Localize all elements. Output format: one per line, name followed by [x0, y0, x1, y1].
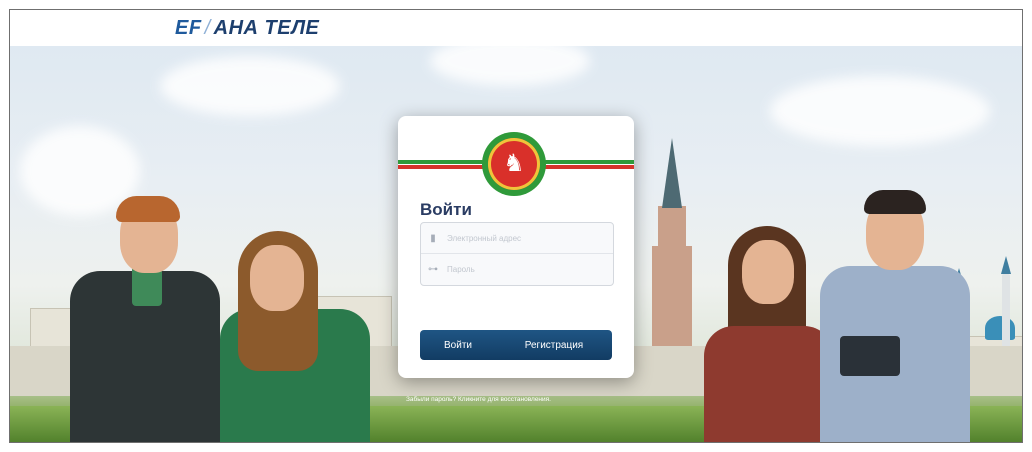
- tatarstan-emblem-icon: ♞: [482, 132, 546, 196]
- key-icon: ⊶: [428, 263, 438, 275]
- login-title: Войти: [420, 200, 472, 219]
- snow-leopard-icon: ♞: [503, 149, 525, 177]
- person-left-woman: [210, 231, 370, 442]
- brand-separator: /: [204, 17, 211, 39]
- brand-logo[interactable]: EF / АНА ТЕЛЕ: [175, 17, 319, 40]
- password-field[interactable]: [445, 263, 613, 275]
- email-field[interactable]: [445, 232, 613, 244]
- hair: [116, 196, 180, 222]
- brand-prefix: EF: [175, 17, 202, 39]
- password-field-row: ⊶: [421, 254, 613, 284]
- mosque-dome: [985, 316, 1015, 340]
- email-field-row: ▮: [421, 223, 613, 254]
- login-button[interactable]: Войти: [420, 330, 496, 360]
- emblem-center: ♞: [488, 138, 540, 190]
- cloud: [770, 76, 990, 146]
- cloud: [430, 46, 590, 86]
- person-right-man: [820, 186, 970, 442]
- login-card: ♞ Войти ▮ ⊶ Войти Регистрация: [398, 116, 634, 378]
- register-button[interactable]: Регистрация: [496, 330, 612, 360]
- cloud: [160, 56, 340, 116]
- brand-name: АНА ТЕЛЕ: [213, 17, 320, 39]
- forgot-password-link[interactable]: Забыли пароль? Кликните для восстановлен…: [406, 396, 636, 403]
- head: [742, 240, 794, 304]
- minaret: [1002, 274, 1010, 354]
- top-bar: EF / АНА ТЕЛЕ: [10, 10, 1022, 46]
- minaret-cap: [1001, 256, 1011, 274]
- user-icon: ▮: [430, 232, 436, 244]
- tower-spire: [662, 138, 682, 208]
- tablet: [840, 336, 900, 376]
- app-frame: EF / АНА ТЕЛЕ ♞ Войти ▮ Электронный адре…: [9, 9, 1023, 443]
- credentials-group: ▮ ⊶: [420, 222, 614, 286]
- patterned-dress: [704, 326, 834, 442]
- hair: [864, 190, 926, 214]
- suyumbike-tower-upper: [658, 206, 686, 251]
- button-bar: Войти Регистрация: [420, 330, 612, 360]
- head: [250, 245, 304, 311]
